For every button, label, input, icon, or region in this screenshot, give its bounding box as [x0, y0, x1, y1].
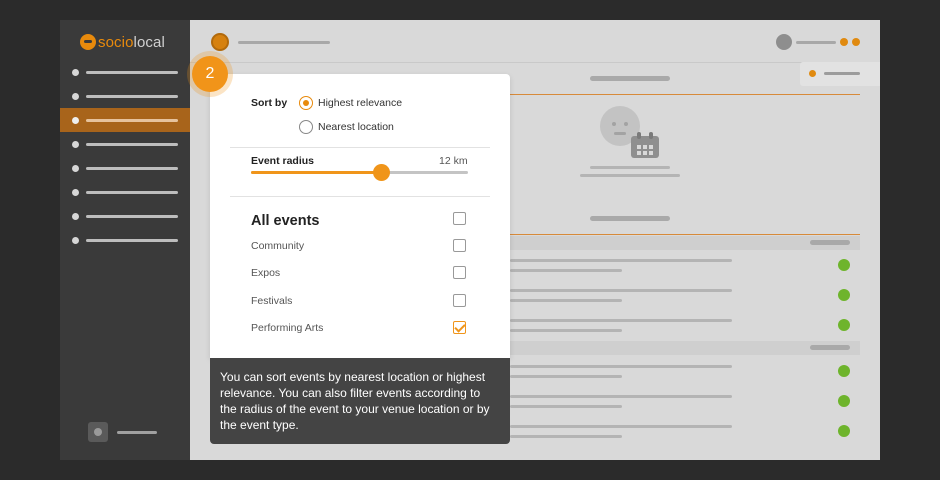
- all-events-label: All events: [251, 213, 320, 229]
- placeholder-heading: [590, 76, 670, 81]
- status-dot-icon: [809, 70, 816, 77]
- speech-bubble-icon: [80, 34, 96, 50]
- placeholder-line: [590, 166, 670, 169]
- placeholder-line: [238, 41, 330, 44]
- divider: [190, 62, 880, 63]
- filter-pill[interactable]: [800, 62, 880, 86]
- table-header: [510, 236, 860, 250]
- divider: [230, 196, 490, 197]
- placeholder-heading: [810, 345, 850, 350]
- placeholder-heading: [590, 216, 670, 221]
- sidebar-user[interactable]: [88, 422, 157, 442]
- placeholder-line: [86, 190, 178, 194]
- sort-by-label: Sort by: [251, 97, 288, 109]
- bullet-icon: [72, 92, 79, 100]
- status-dot-icon: [838, 425, 850, 437]
- bullet-icon: [72, 68, 79, 76]
- sidebar-item[interactable]: [60, 132, 190, 156]
- status-dot-icon: [838, 365, 850, 377]
- sidebar-item[interactable]: [60, 180, 190, 204]
- logo-text: sociolocal: [98, 33, 165, 51]
- user-avatar[interactable]: [776, 34, 792, 50]
- sort-relevance-radio[interactable]: [299, 96, 313, 110]
- placeholder-line: [510, 425, 732, 428]
- sidebar-item[interactable]: [60, 60, 190, 84]
- tooltip-text: You can sort events by nearest location …: [220, 370, 490, 432]
- divider: [510, 234, 860, 235]
- event-radius-label: Event radius: [251, 155, 315, 167]
- category-label: Performing Arts: [251, 322, 324, 334]
- category-label: Festivals: [251, 295, 293, 307]
- step-badge: 2: [192, 56, 228, 92]
- placeholder-line: [86, 70, 178, 74]
- placeholder-line: [86, 238, 178, 242]
- sidebar-item[interactable]: [60, 204, 190, 228]
- status-dot-icon: [840, 38, 848, 46]
- sidebar: sociolocal: [60, 20, 190, 460]
- sidebar-item[interactable]: [60, 228, 190, 252]
- placeholder-heading: [810, 240, 850, 245]
- all-events-checkbox[interactable]: [453, 212, 466, 225]
- status-dot-icon: [838, 319, 850, 331]
- placeholder-line: [86, 118, 178, 122]
- sort-location-label[interactable]: Nearest location: [318, 121, 394, 133]
- divider: [510, 94, 860, 95]
- event-radius-value: 12 km: [439, 155, 468, 167]
- placeholder-line: [86, 166, 178, 170]
- sidebar-item-active[interactable]: [60, 108, 190, 132]
- bullet-icon: [72, 140, 79, 148]
- bullet-icon: [72, 116, 79, 124]
- placeholder-line: [824, 72, 860, 75]
- placeholder-line: [510, 329, 622, 332]
- placeholder-line: [86, 214, 178, 218]
- status-dot-icon: [838, 259, 850, 271]
- logo: sociolocal: [80, 32, 165, 52]
- placeholder-line: [86, 94, 178, 98]
- placeholder-line: [580, 174, 680, 177]
- sidebar-item[interactable]: [60, 156, 190, 180]
- placeholder-line: [796, 41, 836, 44]
- status-dot-icon: [852, 38, 860, 46]
- community-checkbox[interactable]: [453, 239, 466, 252]
- slider-fill: [251, 171, 382, 174]
- onboarding-tooltip: You can sort events by nearest location …: [210, 358, 510, 444]
- placeholder-line: [117, 430, 157, 434]
- placeholder-line: [510, 289, 732, 292]
- category-label: Expos: [251, 267, 281, 279]
- bullet-icon: [72, 212, 79, 220]
- bullet-icon: [72, 236, 79, 244]
- sidebar-item[interactable]: [60, 84, 190, 108]
- festivals-checkbox[interactable]: [453, 294, 466, 307]
- table-header: [510, 341, 860, 355]
- placeholder-line: [510, 269, 622, 272]
- placeholder-line: [86, 142, 178, 146]
- bullet-icon: [72, 164, 79, 172]
- placeholder-line: [510, 375, 622, 378]
- bullet-icon: [72, 188, 79, 196]
- expos-checkbox[interactable]: [453, 266, 466, 279]
- sort-relevance-label[interactable]: Highest relevance: [318, 97, 402, 109]
- placeholder-line: [510, 259, 732, 262]
- placeholder-line: [510, 319, 732, 322]
- performing-arts-checkbox[interactable]: [453, 321, 466, 334]
- placeholder-line: [510, 435, 622, 438]
- placeholder-line: [510, 405, 622, 408]
- venue-avatar[interactable]: [211, 33, 229, 51]
- placeholder-line: [510, 365, 732, 368]
- sort-location-radio[interactable]: [299, 120, 313, 134]
- category-label: Community: [251, 240, 305, 252]
- placeholder-line: [510, 299, 622, 302]
- status-dot-icon: [838, 395, 850, 407]
- event-radius-slider[interactable]: [251, 164, 468, 181]
- avatar: [88, 422, 108, 442]
- calendar-icon: [631, 132, 659, 158]
- placeholder-line: [510, 395, 732, 398]
- divider: [230, 147, 490, 148]
- status-dot-icon: [838, 289, 850, 301]
